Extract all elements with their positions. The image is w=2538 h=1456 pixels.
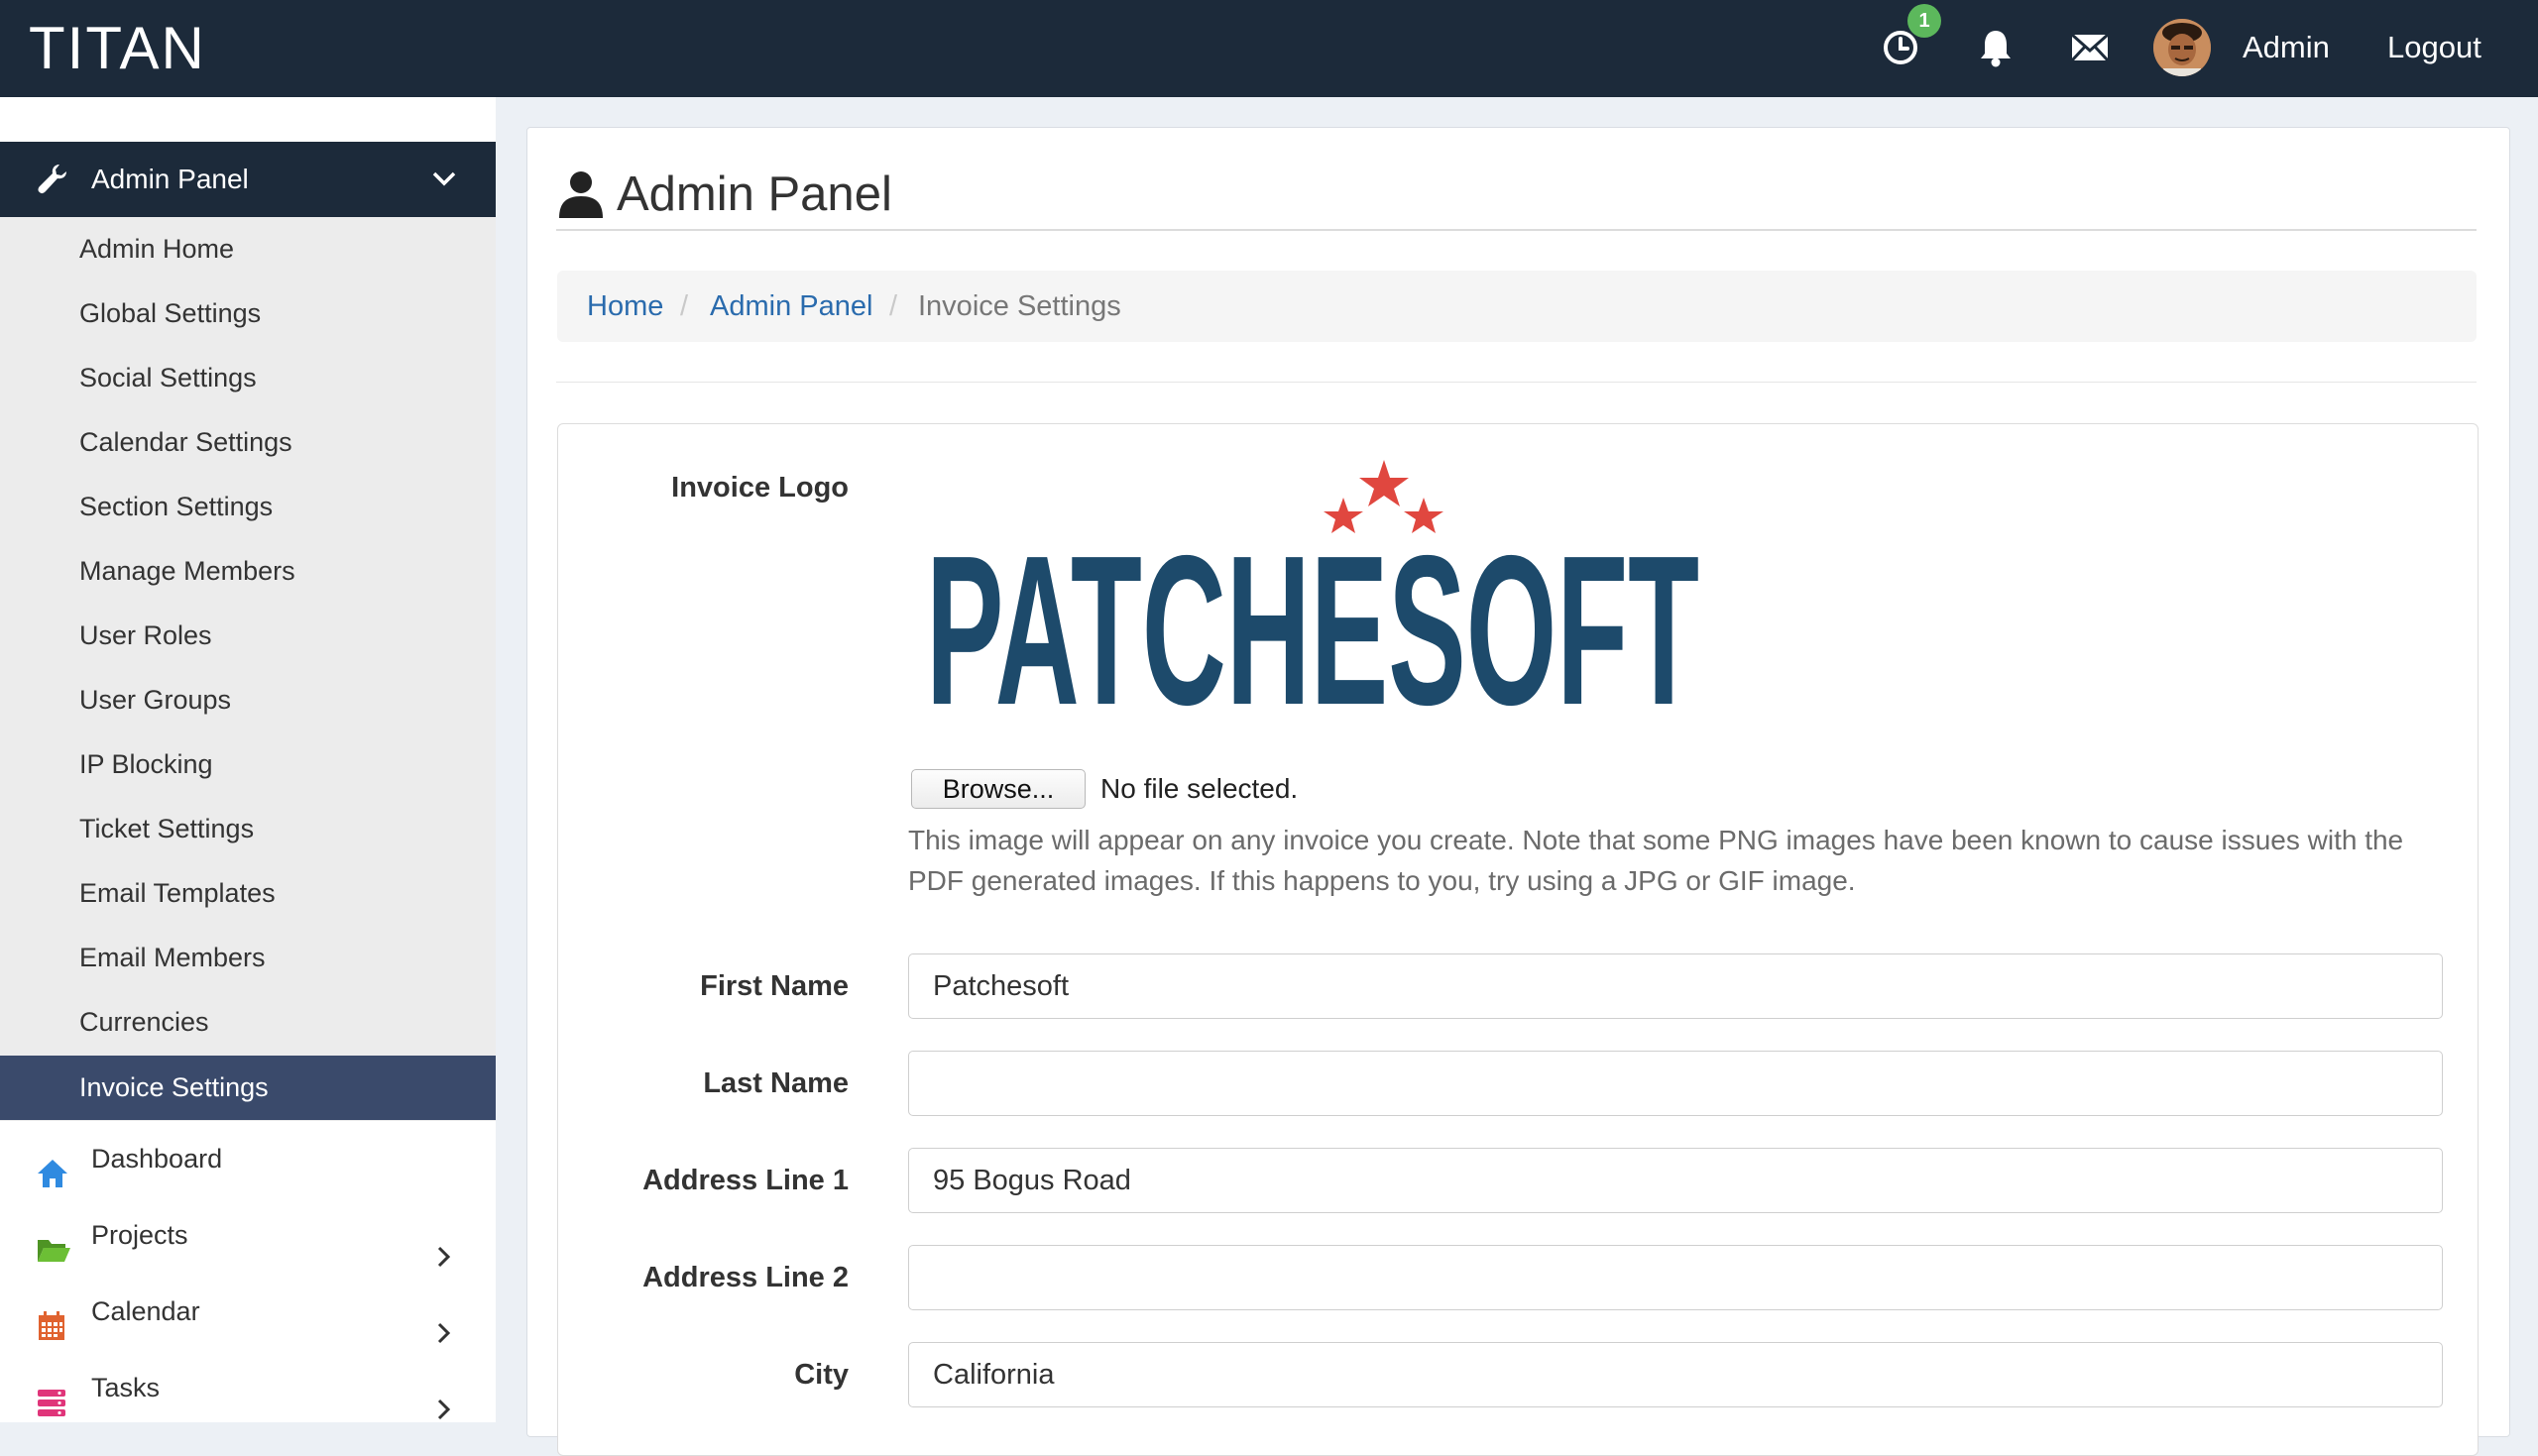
sidebar-item-manage-members[interactable]: Manage Members (0, 539, 496, 604)
divider (556, 229, 2477, 231)
user-icon (555, 168, 607, 225)
chevron-right-icon (432, 1376, 454, 1451)
city-field[interactable] (908, 1342, 2443, 1407)
city-label: City (794, 1359, 849, 1391)
sidebar-section-label: Admin Panel (91, 164, 249, 194)
sidebar-item-projects[interactable]: Projects (0, 1197, 496, 1273)
sidebar-item-calendar-settings[interactable]: Calendar Settings (0, 410, 496, 475)
sidebar-item-user-roles[interactable]: User Roles (0, 604, 496, 668)
chevron-down-icon (430, 168, 458, 194)
address-line-2-field[interactable] (908, 1245, 2443, 1310)
sidebar-item-ticket-settings[interactable]: Ticket Settings (0, 797, 496, 861)
bell-icon[interactable] (1968, 20, 2023, 75)
breadcrumb-current: Invoice Settings (918, 290, 1121, 322)
sidebar-item-user-groups[interactable]: User Groups (0, 668, 496, 732)
sidebar-item-label: Dashboard (91, 1144, 223, 1174)
sidebar-item-section-settings[interactable]: Section Settings (0, 475, 496, 539)
folder-icon (36, 1219, 70, 1262)
sidebar-item-label: Calendar (91, 1296, 200, 1326)
address-line-2-label: Address Line 2 (642, 1262, 849, 1293)
sidebar-item-label: Projects (91, 1220, 188, 1250)
sidebar-item-tasks[interactable]: Tasks (0, 1350, 496, 1425)
sidebar-item-social-settings[interactable]: Social Settings (0, 346, 496, 410)
calendar-icon (36, 1295, 69, 1340)
file-status-text: No file selected. (1100, 773, 1299, 804)
home-icon (36, 1143, 69, 1187)
notification-badge: 1 (1907, 4, 1941, 38)
sidebar-item-invoice-settings[interactable]: Invoice Settings (0, 1056, 496, 1120)
invoice-logo-image: PATCHESOFT (920, 456, 1713, 749)
sidebar: Admin Panel Admin Home Global Settings S… (0, 97, 496, 1422)
sidebar-item-global-settings[interactable]: Global Settings (0, 281, 496, 346)
address-line-1-field[interactable] (908, 1148, 2443, 1213)
logo-help-text: This image will appear on any invoice yo… (908, 825, 2404, 896)
admin-submenu: Admin Home Global Settings Social Settin… (0, 217, 496, 1121)
first-name-field[interactable] (908, 953, 2443, 1019)
first-name-label: First Name (700, 970, 849, 1002)
invoice-logo-label: Invoice Logo (671, 472, 849, 504)
sidebar-item-email-templates[interactable]: Email Templates (0, 861, 496, 926)
browse-button[interactable]: Browse... (911, 769, 1086, 809)
last-name-label: Last Name (703, 1067, 849, 1099)
sidebar-item-ip-blocking[interactable]: IP Blocking (0, 732, 496, 797)
tasks-icon (36, 1372, 69, 1416)
sidebar-item-calendar[interactable]: Calendar (0, 1274, 496, 1349)
user-menu-link[interactable]: Admin (2243, 22, 2330, 73)
wrench-icon (36, 162, 69, 200)
avatar[interactable] (2153, 19, 2211, 76)
breadcrumb: Home / Admin Panel / Invoice Settings (557, 271, 2477, 342)
last-name-field[interactable] (908, 1051, 2443, 1116)
breadcrumb-home[interactable]: Home (587, 290, 663, 322)
sidebar-item-email-members[interactable]: Email Members (0, 926, 496, 990)
breadcrumb-separator: / (680, 290, 689, 322)
address-line-1-label: Address Line 1 (642, 1165, 849, 1196)
envelope-icon[interactable] (2062, 20, 2118, 75)
sidebar-item-dashboard[interactable]: Dashboard (0, 1121, 496, 1196)
sidebar-section-admin-panel[interactable]: Admin Panel (0, 142, 496, 217)
top-navbar: TITAN 1 Admin Logout (0, 0, 2538, 97)
sidebar-item-currencies[interactable]: Currencies (0, 990, 496, 1055)
page-title: Admin Panel (617, 168, 892, 221)
breadcrumb-admin-panel[interactable]: Admin Panel (710, 290, 872, 322)
brand-logo[interactable]: TITAN (29, 10, 206, 87)
logo-text: PATCHESOFT (926, 510, 1699, 714)
sidebar-item-label: Tasks (91, 1373, 161, 1402)
breadcrumb-separator: / (889, 290, 898, 322)
logout-link[interactable]: Logout (2387, 22, 2481, 73)
divider (556, 382, 2477, 383)
sidebar-item-admin-home[interactable]: Admin Home (0, 217, 496, 281)
